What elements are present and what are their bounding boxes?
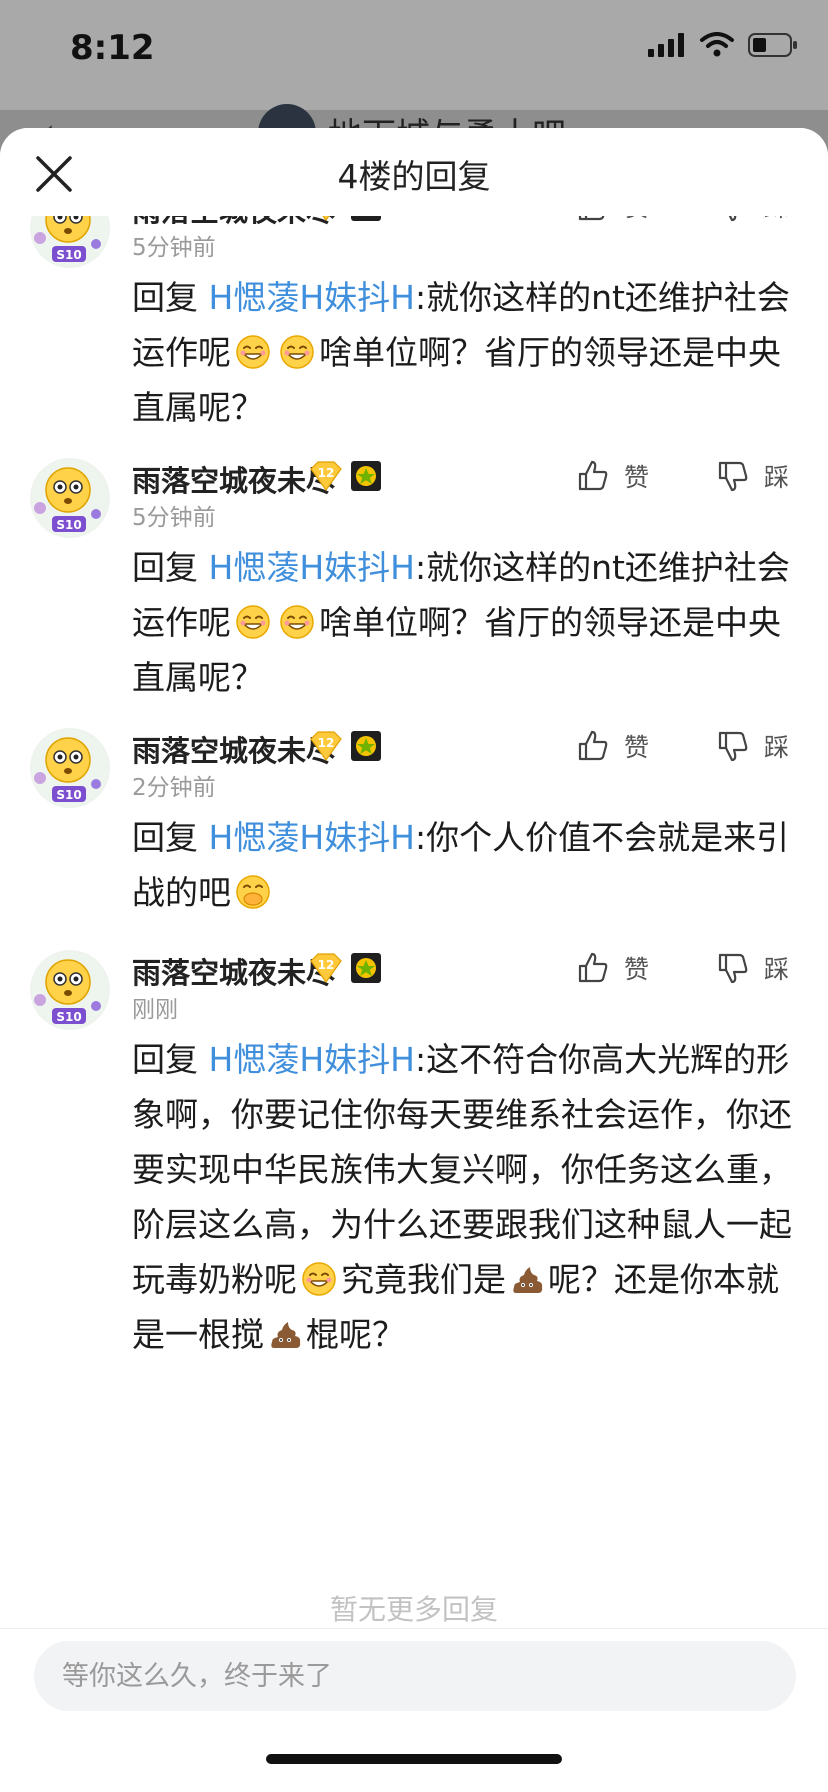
level-badge-icon: 12 (308, 730, 344, 762)
reply-text: 回复 H愢蓤H妹抖H:这不符合你高大光辉的形象啊，你要记住你每天要维系社会运作，… (132, 1032, 792, 1362)
reply-input[interactable] (34, 1641, 796, 1711)
like-button[interactable]: 赞 (576, 458, 649, 494)
signal-icon (648, 33, 684, 57)
grin-emoji-icon (280, 335, 314, 369)
avatar-emoji-icon: S10 (32, 730, 108, 806)
level-badge-icon: 12 (308, 460, 344, 492)
home-indicator (266, 1754, 562, 1764)
avatar-emoji-icon: S10 (32, 952, 108, 1028)
dislike-icon (718, 461, 748, 492)
mention-link[interactable]: H愢蓤H妹抖H (209, 278, 415, 317)
reply-input-bar (0, 1628, 828, 1792)
grin-emoji-icon (236, 335, 270, 369)
reply-prefix: 回复 (132, 278, 209, 317)
reply-prefix: 回复 (132, 548, 209, 587)
svg-text:12: 12 (318, 466, 335, 480)
svg-text:S10: S10 (56, 248, 81, 262)
like-icon (578, 952, 608, 983)
reply-sheet: 4楼的回复 S10雨落空城夜未尽125分钟前赞踩回复 H愢蓤H妹抖H:就你这样的… (0, 128, 828, 1792)
level-badge-icon: 12 (308, 952, 344, 984)
no-more-replies: 暂无更多回复 (329, 1593, 498, 1626)
dislike-button[interactable]: 踩 (716, 728, 789, 764)
mention-link[interactable]: H愢蓤H妹抖H (209, 548, 415, 587)
dislike-button[interactable]: 踩 (716, 950, 789, 986)
reply-text-segment: 棍呢？ (306, 1315, 405, 1354)
reply-time: 5分钟前 (132, 235, 216, 261)
reply-time: 5分钟前 (132, 505, 216, 531)
status-icons (648, 32, 798, 58)
dislike-label: 踩 (764, 733, 790, 762)
user-avatar[interactable]: S10 (30, 950, 110, 1030)
battery-icon (748, 33, 797, 57)
mention-link[interactable]: H愢蓤H妹抖H (209, 818, 415, 857)
like-label: 赞 (624, 733, 650, 762)
poop-emoji-icon (271, 1322, 301, 1348)
dislike-label: 踩 (764, 955, 790, 984)
username[interactable]: 雨落空城夜未尽 (132, 458, 335, 500)
star-badge-icon (350, 730, 382, 762)
like-icon (578, 460, 608, 491)
dislike-icon (718, 953, 748, 984)
dislike-icon (718, 731, 748, 762)
grin-emoji-icon (236, 605, 270, 639)
user-avatar[interactable]: S10 (30, 458, 110, 538)
reply-prefix: 回复 (132, 818, 209, 857)
svg-text:12: 12 (318, 736, 335, 750)
reply-text: 回复 H愢蓤H妹抖H:就你这样的nt还维护社会运作呢 啥单位啊？省厅的领导还是中央… (132, 270, 792, 435)
reply-prefix: 回复 (132, 1040, 209, 1079)
username[interactable]: 雨落空城夜未尽 (132, 728, 335, 770)
mention-link[interactable]: H愢蓤H妹抖H (209, 1040, 415, 1079)
poop-emoji-icon (513, 1267, 543, 1293)
reply-time: 刚刚 (132, 997, 178, 1023)
like-label: 赞 (624, 463, 650, 492)
svg-text:12: 12 (318, 958, 335, 972)
status-bar: 8:12 (0, 0, 828, 110)
sheet-title: 4楼的回复 (337, 157, 491, 196)
grin-emoji-icon (302, 1262, 336, 1296)
svg-text:S10: S10 (56, 1010, 81, 1024)
svg-text:S10: S10 (56, 518, 81, 532)
star-badge-icon (350, 952, 382, 984)
svg-text:S10: S10 (56, 788, 81, 802)
reply-time: 2分钟前 (132, 775, 216, 801)
sheet-header: 4楼的回复 (0, 128, 828, 216)
star-badge-icon (350, 460, 382, 492)
like-label: 赞 (624, 955, 650, 984)
username[interactable]: 雨落空城夜未尽 (132, 950, 335, 992)
status-time: 8:12 (70, 28, 155, 68)
dislike-label: 踩 (764, 463, 790, 492)
avatar-emoji-icon: S10 (32, 460, 108, 536)
user-avatar[interactable]: S10 (30, 728, 110, 808)
dislike-button[interactable]: 踩 (716, 458, 789, 494)
like-button[interactable]: 赞 (576, 950, 649, 986)
reply-text: 回复 H愢蓤H妹抖H:你个人价值不会就是来引战的吧 (132, 810, 792, 920)
like-icon (578, 730, 608, 761)
grin-emoji-icon (280, 605, 314, 639)
covering-mouth-emoji-icon (236, 875, 270, 909)
like-button[interactable]: 赞 (576, 728, 649, 764)
reply-text: 回复 H愢蓤H妹抖H:就你这样的nt还维护社会运作呢 啥单位啊？省厅的领导还是中央… (132, 540, 792, 705)
reply-text-segment: 究竟我们是 (341, 1260, 506, 1299)
wifi-icon (700, 32, 734, 57)
